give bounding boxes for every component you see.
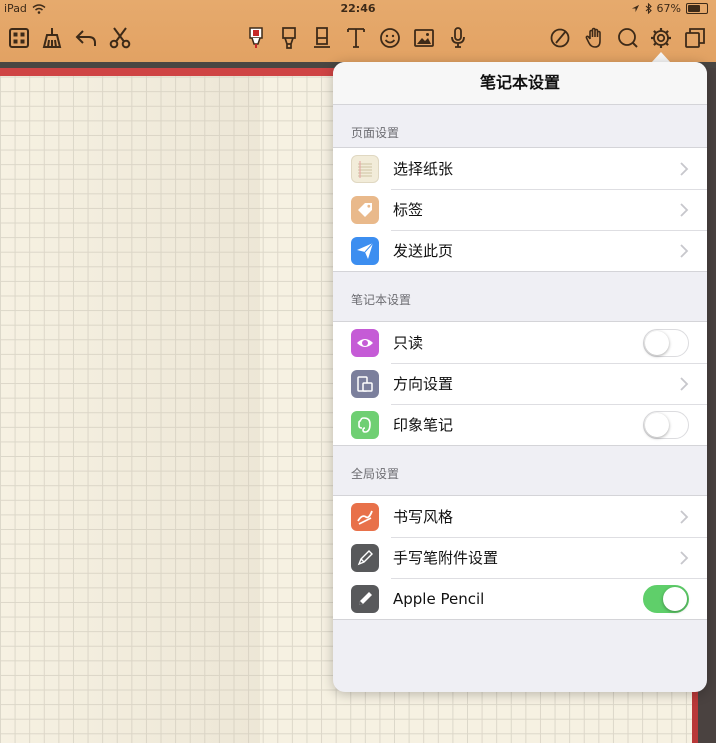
settings-group: 只读 方向设置 印象笔记: [333, 321, 707, 446]
row-label: 书写风格: [393, 508, 454, 526]
notebook-settings-popover: 笔记本设置 页面设置 选择纸张 标签 发送此页 笔记本设置 只读 方向设置 印象…: [333, 62, 707, 692]
bluetooth-icon: [645, 3, 652, 14]
row-choose-paper[interactable]: 选择纸张: [333, 148, 707, 189]
row-evernote: 印象笔记: [333, 404, 707, 445]
row-label: 只读: [393, 334, 424, 352]
paper-icon: [351, 154, 379, 183]
row-orientation[interactable]: 方向设置: [333, 363, 707, 404]
section-page-settings: 页面设置 选择纸张 标签 发送此页: [333, 105, 707, 272]
page-shading: [0, 62, 260, 743]
settings-group: 书写风格 手写笔附件设置 Apple Pencil: [333, 495, 707, 620]
chevron-right-icon: [680, 550, 689, 565]
undo-icon[interactable]: [74, 26, 98, 50]
eraser-icon[interactable]: [310, 26, 334, 50]
emoji-icon[interactable]: [378, 26, 402, 50]
highlighter-icon[interactable]: [277, 26, 301, 50]
section-title: 全局设置: [351, 467, 400, 481]
broom-icon[interactable]: [40, 26, 64, 50]
eye-icon: [351, 328, 379, 357]
send-icon: [351, 236, 379, 265]
row-tags[interactable]: 标签: [333, 189, 707, 230]
location-icon: [631, 4, 639, 13]
lasso-icon[interactable]: [548, 26, 572, 50]
row-send-page[interactable]: 发送此页: [333, 230, 707, 271]
section-notebook-settings: 笔记本设置 只读 方向设置 印象笔记: [333, 272, 707, 446]
row-read-only: 只读: [333, 322, 707, 363]
settings-icon[interactable]: [649, 26, 673, 50]
row-label: Apple Pencil: [393, 589, 485, 608]
chevron-right-icon: [680, 161, 689, 176]
evernote-icon: [351, 410, 379, 439]
status-time: 22:46: [340, 2, 376, 15]
evernote-toggle[interactable]: [643, 410, 689, 439]
row-label: 手写笔附件设置: [393, 549, 499, 567]
image-icon[interactable]: [412, 26, 436, 50]
text-icon[interactable]: [344, 26, 368, 50]
orientation-icon: [351, 369, 379, 398]
tag-icon: [351, 195, 379, 224]
stylus-icon: [351, 543, 379, 572]
section-global-settings: 全局设置 书写风格 手写笔附件设置 Apple Pencil: [333, 446, 707, 620]
row-label: 方向设置: [393, 375, 454, 393]
row-label: 发送此页: [393, 242, 454, 260]
settings-group: 选择纸张 标签 发送此页: [333, 147, 707, 272]
microphone-icon[interactable]: [446, 26, 470, 50]
status-bar: iPad 22:46 67%: [0, 0, 716, 18]
chevron-right-icon: [680, 243, 689, 258]
battery-percent: 67%: [656, 2, 681, 15]
scissors-icon[interactable]: [108, 26, 132, 50]
chevron-right-icon: [680, 509, 689, 524]
pages-icon[interactable]: [683, 26, 707, 50]
pencil-icon: [351, 584, 379, 613]
battery-icon: [686, 3, 708, 14]
chevron-right-icon: [680, 376, 689, 391]
row-label: 印象笔记: [393, 416, 454, 434]
row-label: 选择纸张: [393, 160, 454, 178]
top-toolbar: iPad 22:46 67%: [0, 0, 716, 62]
section-title: 笔记本设置: [351, 293, 412, 307]
section-title: 页面设置: [351, 126, 400, 140]
row-writing-style[interactable]: 书写风格: [333, 496, 707, 537]
zoom-icon[interactable]: [616, 26, 640, 50]
row-label: 标签: [393, 201, 424, 219]
row-apple-pencil: Apple Pencil: [333, 578, 707, 619]
row-stylus-settings[interactable]: 手写笔附件设置: [333, 537, 707, 578]
pen-icon[interactable]: [244, 26, 268, 50]
chevron-right-icon: [680, 202, 689, 217]
handwriting-icon: [351, 502, 379, 531]
grid-icon[interactable]: [7, 26, 31, 50]
hand-icon[interactable]: [583, 26, 607, 50]
apple-pencil-toggle[interactable]: [643, 584, 689, 613]
popover-title: 笔记本设置: [333, 62, 707, 105]
read-only-toggle[interactable]: [643, 328, 689, 357]
